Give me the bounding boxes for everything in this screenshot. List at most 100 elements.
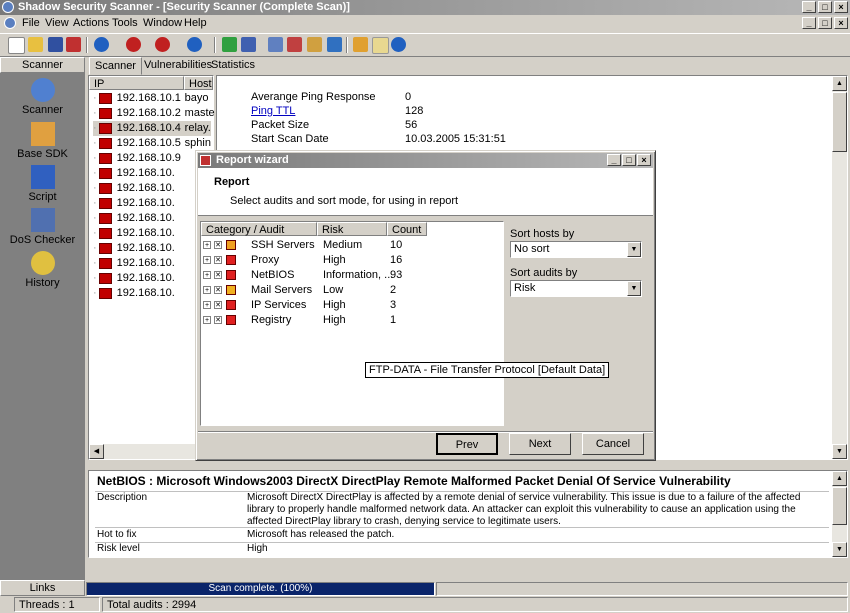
update-icon[interactable] [327,37,342,52]
document-icon[interactable] [4,17,16,29]
host-row[interactable]: · 192.168.10. [93,226,211,241]
audit-row[interactable]: + ✕ Proxy High 16 [203,253,501,268]
how-to-fix-key: Hot to fix [97,529,137,540]
expand-icon[interactable]: + [203,301,211,310]
audit-checkbox[interactable]: ✕ [214,256,222,265]
host-row[interactable]: · 192.168.10.4 relay. [93,121,211,136]
menu-file[interactable]: File [22,17,40,29]
menu-actions[interactable]: Actions [73,17,109,29]
menu-help[interactable]: Help [184,17,207,29]
open-folder-icon[interactable] [28,37,43,52]
expand-icon[interactable]: + [203,286,211,295]
audit-name: SSH Servers [251,239,315,251]
mdi-restore-icon[interactable]: □ [818,17,832,29]
tab-scanner[interactable]: Scanner [89,57,142,75]
scroll-left-icon[interactable]: ◀ [89,444,104,459]
scroll-up-icon[interactable]: ▲ [832,76,847,91]
column-count[interactable]: Count [387,222,427,236]
column-category-audit[interactable]: Category / Audit [201,222,317,236]
new-icon[interactable] [8,37,25,54]
nav-scanner-button[interactable]: Scanner [0,78,85,116]
audit-row[interactable]: + ✕ Mail Servers Low 2 [203,283,501,298]
audit-row[interactable]: + ✕ Registry High 1 [203,313,501,328]
column-host[interactable]: Host [184,76,213,90]
edit-icon[interactable] [307,37,322,52]
host-row[interactable]: · 192.168.10.1 bayo [93,91,211,106]
menu-window[interactable]: Window [143,17,182,29]
report-icon[interactable] [268,37,283,52]
host-row[interactable]: · 192.168.10. [93,196,211,211]
minimize-icon[interactable]: _ [802,1,816,13]
stop-scan-icon[interactable] [126,37,141,52]
host-row[interactable]: · 192.168.10. [93,271,211,286]
expand-icon[interactable]: + [203,271,211,280]
scroll-thumb[interactable] [832,487,847,525]
scroll-down-icon[interactable]: ▼ [832,444,847,459]
dialog-maximize-icon[interactable]: □ [622,154,636,166]
save-icon[interactable] [48,37,63,52]
host-row[interactable]: · 192.168.10. [93,241,211,256]
chevron-down-icon[interactable]: ▼ [627,281,641,296]
home-icon[interactable] [353,37,368,52]
description-value: Microsoft DirectX DirectPlay is affected… [247,492,801,527]
audit-checkbox[interactable]: ✕ [214,241,222,250]
audit-row[interactable]: + ✕ SSH Servers Medium 10 [203,238,501,253]
nav-script-button[interactable]: Script [0,165,85,203]
expand-icon[interactable]: + [203,316,211,325]
hosts-icon[interactable] [241,37,256,52]
host-info-vscrollbar[interactable]: ▲ ▼ [832,76,847,459]
sort-hosts-select[interactable]: No sort ▼ [510,241,642,258]
host-row[interactable]: · 192.168.10.9 [93,151,211,166]
chevron-down-icon[interactable]: ▼ [627,242,641,257]
audit-row[interactable]: + ✕ IP Services High 3 [203,298,501,313]
mdi-minimize-icon[interactable]: _ [802,17,816,29]
delete-icon[interactable] [66,37,81,52]
resume-icon[interactable] [187,37,202,52]
audit-checkbox[interactable]: ✕ [214,316,222,325]
audit-checkbox[interactable]: ✕ [214,286,222,295]
description-key: Description [97,492,148,503]
rules-icon[interactable] [287,37,302,52]
scroll-down-icon[interactable]: ▼ [832,542,847,557]
scroll-thumb[interactable] [832,92,847,152]
audit-checkbox[interactable]: ✕ [214,301,222,310]
dialog-minimize-icon[interactable]: _ [607,154,621,166]
host-row[interactable]: · 192.168.10. [93,166,211,181]
ping-ttl-link[interactable]: Ping TTL [251,104,295,119]
host-row[interactable]: · 192.168.10.2 maste [93,106,215,121]
start-scan-icon[interactable] [94,37,109,52]
pause-icon[interactable] [155,37,170,52]
nav-dos-checker-button[interactable]: DoS Checker [0,208,85,246]
cancel-button[interactable]: Cancel [582,433,644,455]
host-row[interactable]: · 192.168.10. [93,256,211,271]
nav-history-button[interactable]: History [0,251,85,289]
details-vscrollbar[interactable]: ▲ ▼ [832,471,847,557]
scroll-up-icon[interactable]: ▲ [832,471,847,486]
host-row[interactable]: · 192.168.10. [93,286,211,301]
host-row[interactable]: · 192.168.10. [93,211,211,226]
links-button[interactable]: Links [0,580,85,596]
expand-icon[interactable]: + [203,256,211,265]
expand-icon[interactable]: + [203,241,211,250]
sort-audits-select[interactable]: Risk ▼ [510,280,642,297]
next-button[interactable]: Next [509,433,571,455]
mdi-close-icon[interactable]: × [834,17,848,29]
dialog-close-icon[interactable]: × [637,154,651,166]
column-ip[interactable]: IP [89,76,184,90]
maximize-icon[interactable]: □ [818,1,832,13]
menu-tools[interactable]: Tools [112,17,138,29]
nav-base-sdk-button[interactable]: Base SDK [0,122,85,160]
menu-view[interactable]: View [45,17,69,29]
close-icon[interactable]: × [834,1,848,13]
audit-checkbox[interactable]: ✕ [214,271,222,280]
help-icon[interactable] [391,37,406,52]
column-risk[interactable]: Risk [317,222,387,236]
add-host-icon[interactable] [222,37,237,52]
prev-button[interactable]: Prev [436,433,498,455]
host-row[interactable]: · 192.168.10. [93,181,211,196]
host-row[interactable]: · 192.168.10.5 sphin [93,136,211,151]
mail-icon[interactable] [372,37,389,54]
tab-statistics[interactable]: Statistics [206,57,260,73]
audit-row[interactable]: + ✕ NetBIOS Information, ... 93 [203,268,501,283]
tree-line: · [93,227,97,239]
